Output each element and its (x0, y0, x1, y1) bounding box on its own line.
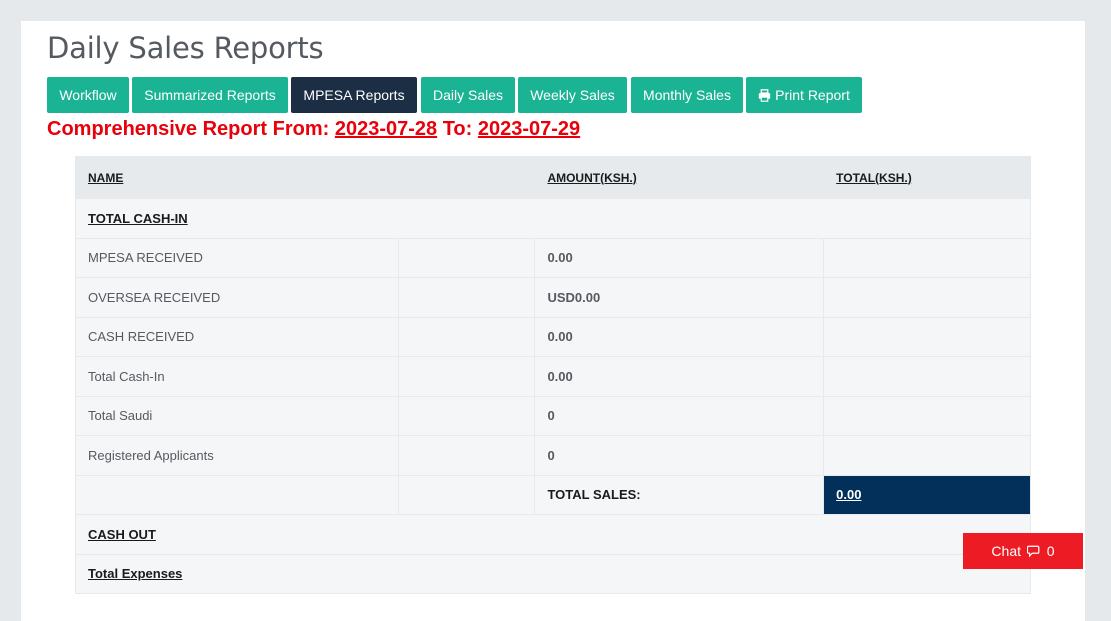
summarized-reports-button[interactable]: Summarized Reports (132, 77, 288, 113)
row-total (823, 316, 1031, 357)
row-blank (397, 356, 536, 397)
chat-count: 0 (1046, 543, 1055, 559)
row-amount: USD0.00 (534, 277, 825, 318)
row-total (823, 237, 1031, 278)
table-row: OVERSEA RECEIVED USD0.00 (75, 277, 1031, 318)
row-amount: 0.00 (534, 356, 825, 397)
row-name: Registered Applicants (75, 435, 399, 476)
row-total (823, 435, 1031, 476)
monthly-sales-button[interactable]: Monthly Sales (631, 77, 743, 113)
print-report-label: Print Report (775, 87, 850, 103)
mpesa-reports-button[interactable]: MPESA Reports (291, 77, 417, 113)
row-amount: 0 (534, 395, 825, 436)
row-name (75, 474, 399, 515)
table-row: Total Saudi 0 (75, 395, 1031, 436)
row-name: Total Saudi (75, 395, 399, 436)
column-header-blank[interactable] (397, 156, 536, 199)
workflow-button[interactable]: Workflow (47, 77, 129, 113)
comments-icon (1025, 543, 1043, 559)
section-title-cash-out: CASH OUT (75, 514, 1031, 555)
row-blank (397, 316, 536, 357)
report-date-range: Comprehensive Report From: 2023-07-28 To… (47, 118, 580, 141)
row-amount: 0.00 (534, 316, 825, 357)
sales-report-table: NAME AMOUNT(KSH.) TOTAL(KSH.) TOTAL CASH… (75, 156, 1031, 594)
total-sales-value[interactable]: 0.00 (823, 474, 1031, 515)
table-row: CASH RECEIVED 0.00 (75, 316, 1031, 357)
chat-label: Chat (991, 543, 1021, 559)
row-blank (397, 435, 536, 476)
row-name: CASH RECEIVED (75, 316, 399, 357)
table-row: Registered Applicants 0 (75, 435, 1031, 476)
section-title-expenses: Total Expenses (75, 553, 1031, 594)
page-title: Daily Sales Reports (47, 31, 324, 65)
total-sales-label: TOTAL SALES: (534, 474, 825, 515)
column-header-amount[interactable]: AMOUNT(KSH.) (534, 156, 825, 199)
daily-sales-button[interactable]: Daily Sales (421, 77, 515, 113)
row-blank (397, 237, 536, 278)
section-row-cash-in: TOTAL CASH-IN (75, 198, 1031, 239)
row-name: OVERSEA RECEIVED (75, 277, 399, 318)
row-name: Total Cash-In (75, 356, 399, 397)
print-icon (758, 87, 775, 103)
table-row: MPESA RECEIVED 0.00 (75, 237, 1031, 278)
section-title-cash-in: TOTAL CASH-IN (75, 198, 1031, 239)
row-blank (397, 277, 536, 318)
row-amount: 0.00 (534, 237, 825, 278)
column-header-total[interactable]: TOTAL(KSH.) (823, 156, 1031, 199)
row-total (823, 277, 1031, 318)
print-report-button[interactable]: Print Report (746, 77, 862, 113)
chat-button[interactable]: Chat 0 (963, 533, 1083, 569)
report-range-to: To: (442, 118, 473, 140)
table-header-row: NAME AMOUNT(KSH.) TOTAL(KSH.) (75, 156, 1031, 199)
total-sales-row: TOTAL SALES: 0.00 (75, 474, 1031, 515)
row-name: MPESA RECEIVED (75, 237, 399, 278)
table-row: Total Cash-In 0.00 (75, 356, 1031, 397)
row-blank (397, 474, 536, 515)
row-total (823, 395, 1031, 436)
section-row-cash-out: CASH OUT (75, 514, 1031, 555)
report-from-date[interactable]: 2023-07-28 (335, 118, 437, 140)
row-blank (397, 395, 536, 436)
row-total (823, 356, 1031, 397)
section-row-expenses: Total Expenses (75, 553, 1031, 594)
column-header-name[interactable]: NAME (75, 156, 399, 199)
row-amount: 0 (534, 435, 825, 476)
report-to-date[interactable]: 2023-07-29 (478, 118, 580, 140)
report-range-prefix: Comprehensive Report From: (47, 118, 330, 140)
weekly-sales-button[interactable]: Weekly Sales (518, 77, 627, 113)
